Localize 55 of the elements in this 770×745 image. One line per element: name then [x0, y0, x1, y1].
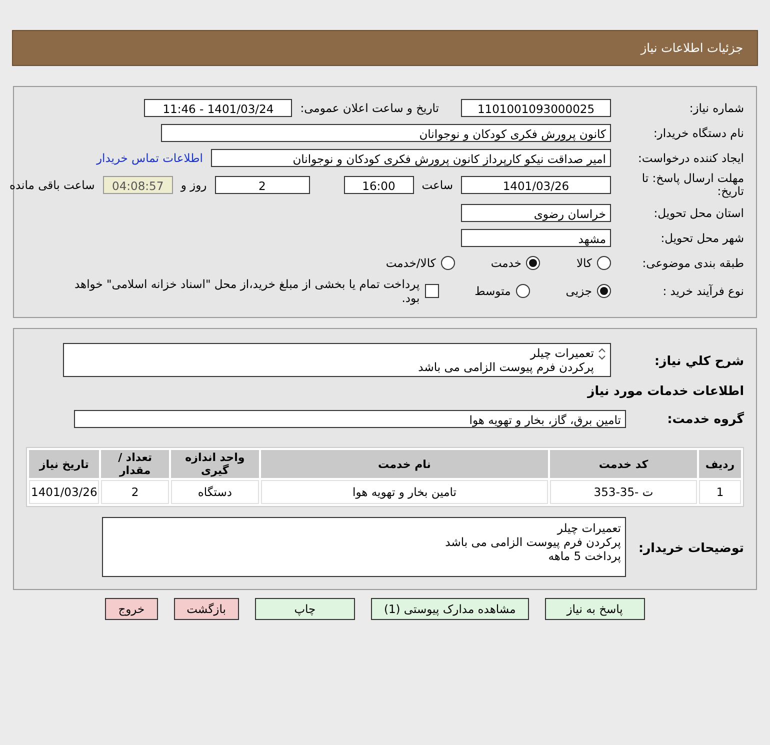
table-cell: ت -35-353	[550, 480, 697, 504]
remaining-label: ساعت باقی مانده	[10, 178, 95, 192]
field-label: تاریخ و ساعت اعلان عمومی:	[300, 100, 439, 114]
column-header: تاریخ نیاز	[29, 450, 100, 478]
purchase-type-radio[interactable]: جزیی	[566, 284, 611, 298]
deadline-date-field: 1401/03/26	[461, 176, 611, 194]
buyer-contact-link[interactable]: اطلاعات تماس خریدار	[96, 150, 203, 164]
city-field: مشهد	[461, 228, 611, 247]
description-field: تعمیرات چیلر پرکردن فرم پیوست الزامی می باشد	[63, 343, 611, 378]
action-button[interactable]: پاسخ به نیاز	[544, 598, 645, 620]
service-group-field: تامین برق، گاز، بخار و تهویه هوا	[74, 410, 626, 428]
field-label: نام دستگاه خریدار:	[652, 126, 744, 140]
table-cell: دستگاه	[170, 480, 259, 504]
category-radio[interactable]: کالا	[576, 256, 611, 270]
column-header: کد خدمت	[550, 450, 697, 478]
field-label: ایجاد کننده درخواست:	[637, 150, 744, 164]
field-label: استان محل تحویل:	[652, 206, 744, 220]
buyer-notes-field: تعمیرات چیلر پرکردن فرم پیوست الزامی می باشد پرداخت 5 ماهه	[102, 517, 626, 578]
table-cell: تامین بخار و تهویه هوا	[261, 480, 548, 504]
table-cell: 1	[699, 480, 741, 504]
deadline-time-field: 16:00	[344, 176, 414, 194]
buyer-org-field: کانون پرورش فکری کودکان و نوجوانان	[161, 124, 611, 142]
column-header: تعداد / مقدار	[101, 450, 169, 478]
action-button[interactable]: بازگشت	[174, 598, 239, 620]
field-label: شهر محل تحویل:	[660, 230, 744, 245]
days-label: روز و	[180, 178, 207, 192]
announce-date-field: 1401/03/24 - 11:46	[144, 98, 292, 116]
requester-field: امیر صداقت نیکو کارپرداز کانون پرورش فکری کودکان و نوجوانان	[211, 148, 611, 166]
need-number-field: 1101001093000025	[461, 98, 611, 116]
remaining-time-field: 04:08:57	[102, 176, 173, 194]
field-label: شماره نیاز:	[688, 100, 744, 114]
field-label: توضیحات خریدار:	[637, 540, 744, 555]
purchase-type-radio[interactable]: متوسط	[474, 284, 530, 298]
field-label: طبقه بندی موضوعی:	[641, 256, 744, 270]
field-label: گروه خدمت:	[666, 411, 744, 426]
field-label: نوع فرآیند خرید :	[662, 284, 744, 298]
category-radio[interactable]: کالا/خدمت	[386, 256, 455, 270]
action-button[interactable]: مشاهده مدارک پیوستی (1)	[370, 598, 529, 620]
days-field: 2	[214, 176, 310, 194]
field-label: مهلت ارسال پاسخ: تا تاریخ:	[640, 172, 744, 198]
column-header: نام خدمت	[261, 450, 548, 478]
time-label: ساعت	[422, 178, 453, 192]
province-field: خراسان رضوی	[461, 204, 611, 222]
payment-checkbox[interactable]: پرداخت تمام یا بخشی از مبلغ خرید،از محل "اسناد خزانه اسلامی" خواهد بود.	[54, 277, 439, 306]
table-cell: 2	[101, 480, 169, 504]
action-button[interactable]: چاپ	[254, 598, 355, 620]
scroll-arrows-icon	[598, 348, 606, 360]
category-radio[interactable]: خدمت	[490, 256, 540, 270]
column-header: واحد اندازه گیری	[170, 450, 259, 478]
header-title: جزئیات اطلاعات نیاز	[640, 41, 743, 55]
action-button[interactable]: خروج	[105, 598, 158, 620]
column-header: ردیف	[699, 450, 741, 478]
table-cell: 1401/03/26	[29, 480, 100, 504]
field-label: شرح کلي نياز:	[654, 352, 744, 368]
section-heading: اطلاعات خدمات مورد نیاز	[586, 383, 744, 398]
